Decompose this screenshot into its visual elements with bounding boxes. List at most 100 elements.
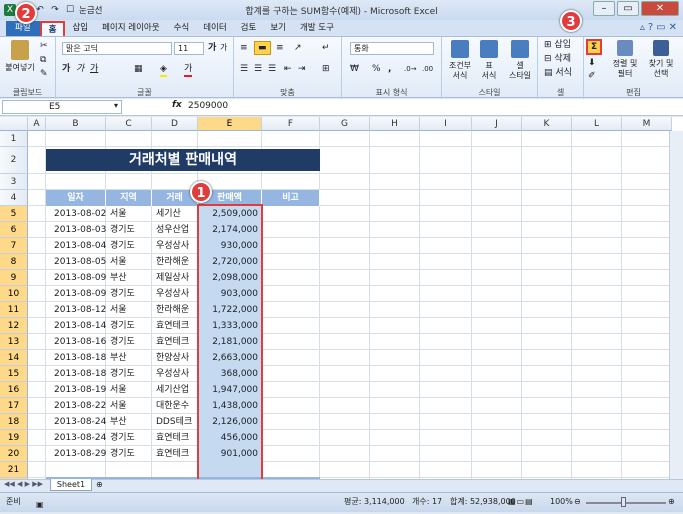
close-workbook-icon[interactable]: ✕ — [669, 22, 677, 33]
column-header-c[interactable]: C — [106, 117, 152, 131]
zoom-out-icon[interactable]: ⊖ — [574, 493, 581, 511]
view-mode-icons[interactable]: ▦▭▤ — [508, 493, 534, 511]
column-header-d[interactable]: D — [152, 117, 198, 131]
macro-record-icon[interactable]: ▣ — [36, 496, 44, 514]
align-bottom-icon[interactable]: ≡ — [276, 42, 284, 54]
tab-page-layout[interactable]: 페이지 레이아웃 — [95, 21, 166, 36]
column-header-j[interactable]: J — [472, 117, 522, 131]
cell-date[interactable]: 2013-08-03 — [54, 222, 106, 238]
align-center-icon[interactable]: ☰ — [254, 63, 262, 75]
cell-region[interactable]: 서울 — [110, 398, 152, 414]
cell-region[interactable]: 서울 — [110, 254, 152, 270]
wrap-text-icon[interactable]: ↵ — [322, 42, 330, 54]
zoom-slider[interactable] — [586, 502, 666, 504]
row-header-3[interactable]: 3 — [0, 174, 28, 190]
row-header-13[interactable]: 13 — [0, 334, 28, 350]
shrink-font-icon[interactable]: 가 — [220, 42, 227, 54]
row-header-7[interactable]: 7 — [0, 238, 28, 254]
comma-button[interactable]: , — [388, 63, 391, 75]
italic-button[interactable]: 가 — [76, 63, 84, 75]
row-header-4[interactable]: 4 — [0, 190, 28, 206]
align-top-icon[interactable]: ≡ — [240, 42, 248, 54]
align-right-icon[interactable]: ☰ — [268, 63, 276, 75]
row-header-2[interactable]: 2 — [0, 147, 28, 174]
restore-icon[interactable]: ▭ — [656, 22, 665, 33]
insert-cells-button[interactable]: ⊞ 삽입 — [544, 39, 571, 51]
close-button[interactable]: ✕ — [641, 1, 679, 16]
align-left-icon[interactable]: ☰ — [240, 63, 248, 75]
minimize-button[interactable]: – — [593, 1, 615, 16]
row-header-14[interactable]: 14 — [0, 350, 28, 366]
column-header-a[interactable]: A — [28, 117, 46, 131]
row-header-12[interactable]: 12 — [0, 318, 28, 334]
row-header-17[interactable]: 17 — [0, 398, 28, 414]
row-header-6[interactable]: 6 — [0, 222, 28, 238]
row-header-18[interactable]: 18 — [0, 414, 28, 430]
cell-region[interactable]: 경기도 — [110, 238, 152, 254]
row-header-1[interactable]: 1 — [0, 131, 28, 147]
column-header-h[interactable]: H — [370, 117, 420, 131]
bold-button[interactable]: 가 — [62, 63, 70, 75]
tab-view[interactable]: 보기 — [263, 21, 293, 36]
decrease-indent-icon[interactable]: ⇤ — [284, 63, 292, 75]
autosum-button[interactable]: Σ — [586, 39, 603, 55]
cell-date[interactable]: 2013-08-16 — [54, 334, 106, 350]
row-header-10[interactable]: 10 — [0, 286, 28, 302]
align-middle-icon[interactable]: ▬ — [254, 41, 271, 55]
row-header-5[interactable]: 5 — [0, 206, 28, 222]
format-as-table-button[interactable]: 표 서식 — [476, 40, 502, 81]
delete-cells-button[interactable]: ⊟ 삭제 — [544, 53, 571, 65]
merge-center-icon[interactable]: ⊞ — [322, 63, 330, 75]
increase-decimal-icon[interactable]: .0→ — [404, 63, 417, 75]
increase-indent-icon[interactable]: ⇥ — [298, 63, 306, 75]
cell-date[interactable]: 2013-08-19 — [54, 382, 106, 398]
cell-date[interactable]: 2013-08-18 — [54, 350, 106, 366]
sheet-tab-sheet1[interactable]: Sheet1 — [50, 479, 92, 491]
zoom-slider-thumb[interactable] — [621, 497, 626, 507]
sort-filter-button[interactable]: 정렬 및 필터 — [608, 40, 642, 79]
cell-date[interactable]: 2013-08-29 — [54, 446, 106, 462]
cell-styles-button[interactable]: 셀 스타일 — [504, 40, 536, 81]
zoom-level[interactable]: 100% — [550, 493, 573, 511]
cell-region[interactable]: 경기도 — [110, 222, 152, 238]
cell-client[interactable]: 한라해운 — [156, 254, 198, 270]
cell-date[interactable]: 2013-08-24 — [54, 414, 106, 430]
formula-input[interactable]: 2509000 — [188, 101, 228, 111]
cell-region[interactable]: 부산 — [110, 270, 152, 286]
font-size-select[interactable]: 11 — [174, 42, 204, 55]
row-header-9[interactable]: 9 — [0, 270, 28, 286]
row-header-16[interactable]: 16 — [0, 382, 28, 398]
tab-data[interactable]: 데이터 — [196, 21, 233, 36]
cell-date[interactable]: 2013-08-02 — [54, 206, 106, 222]
cell-client[interactable]: 효연테크 — [156, 446, 198, 462]
grow-font-icon[interactable]: 가 — [208, 42, 216, 54]
select-all-corner[interactable] — [0, 117, 28, 131]
name-box-dropdown-icon[interactable]: ▾ — [114, 101, 118, 110]
cell-date[interactable]: 2013-08-14 — [54, 318, 106, 334]
zoom-in-icon[interactable]: ⊕ — [668, 493, 675, 511]
cell-client[interactable]: 세기산업 — [156, 382, 198, 398]
cell-region[interactable]: 경기도 — [110, 334, 152, 350]
cell-region[interactable]: 서울 — [110, 302, 152, 318]
cell-region[interactable]: 서울 — [110, 206, 152, 222]
cut-icon[interactable]: ✂ — [40, 40, 48, 52]
cell-client[interactable]: 대한운수 — [156, 398, 198, 414]
maximize-button[interactable]: ▭ — [617, 1, 639, 16]
new-sheet-icon[interactable]: ⊕ — [96, 480, 103, 489]
cell-client[interactable]: DDS테크 — [156, 414, 198, 430]
column-header-m[interactable]: M — [622, 117, 672, 131]
row-header-20[interactable]: 20 — [0, 446, 28, 462]
fill-icon[interactable]: ⬇ — [588, 57, 596, 69]
column-header-l[interactable]: L — [572, 117, 622, 131]
cell-date[interactable]: 2013-08-12 — [54, 302, 106, 318]
column-header-i[interactable]: I — [420, 117, 472, 131]
tab-formulas[interactable]: 수식 — [167, 21, 197, 36]
tab-review[interactable]: 검토 — [234, 21, 264, 36]
column-header-b[interactable]: B — [46, 117, 106, 131]
cell-date[interactable]: 2013-08-24 — [54, 430, 106, 446]
cell-region[interactable]: 서울 — [110, 382, 152, 398]
minimize-ribbon-icon[interactable]: ▵ — [640, 22, 645, 33]
cell-client[interactable]: 우성상사 — [156, 238, 198, 254]
number-format-select[interactable]: 통화 — [350, 42, 434, 55]
decrease-decimal-icon[interactable]: .00 — [422, 63, 433, 75]
